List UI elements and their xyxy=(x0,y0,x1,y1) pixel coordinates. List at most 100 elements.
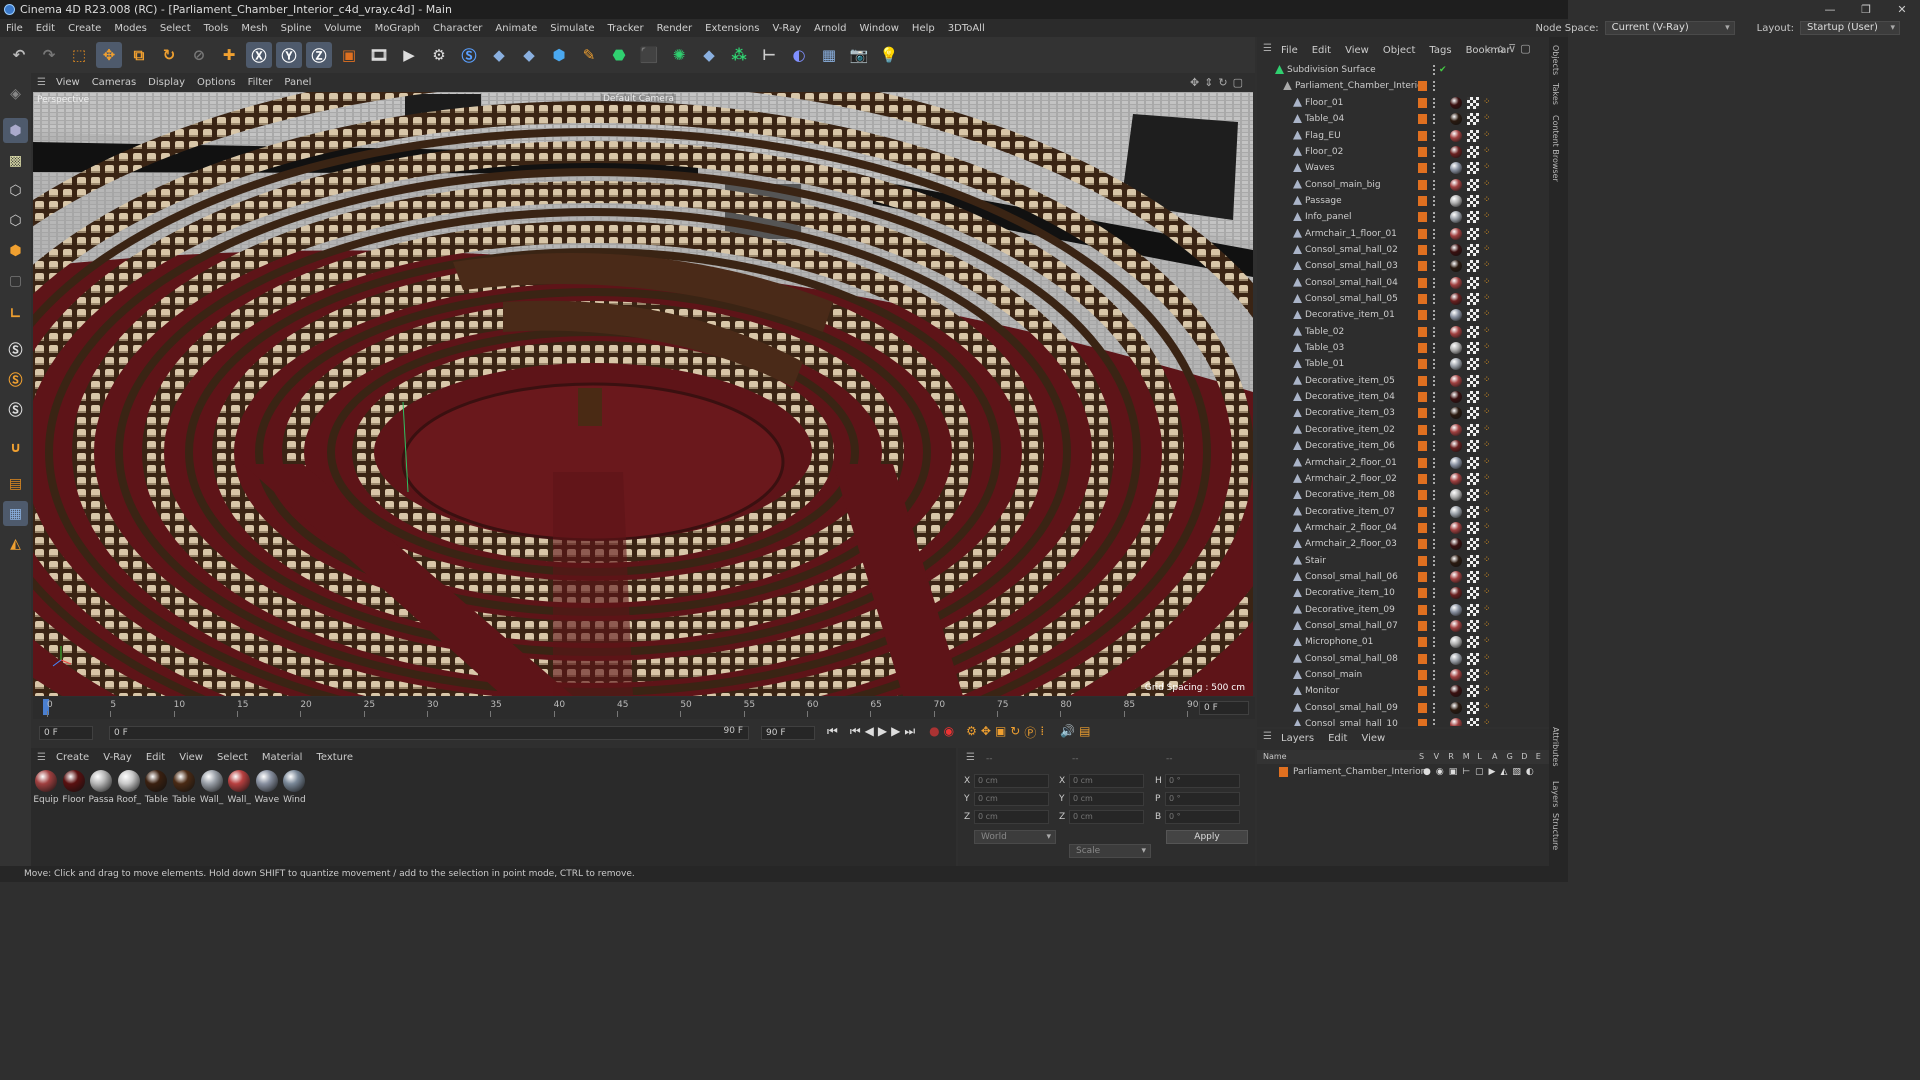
checker-texture-tag-icon[interactable] xyxy=(1467,652,1479,665)
uvw-tag-icon[interactable]: ⁘ xyxy=(1483,359,1492,368)
material-tag-icon[interactable] xyxy=(1450,129,1462,142)
polygons-mode-icon[interactable]: ⬢ xyxy=(3,238,28,263)
object-row[interactable]: Decorative_item_04 ⁘ xyxy=(1257,389,1549,405)
visibility-toggle[interactable] xyxy=(1433,637,1436,648)
uvw-tag-icon[interactable]: ⁘ xyxy=(1483,588,1492,597)
timeline-ruler[interactable]: 0 5 10 15 20 25 30 35 40 45 50 55 60 65 70 75 80 85 90 0 F xyxy=(33,697,1255,719)
object-menu-edit[interactable]: Edit xyxy=(1312,45,1331,56)
object-menu-file[interactable]: File xyxy=(1281,45,1298,56)
material-swatch[interactable]: Table xyxy=(171,770,197,805)
material-tag-icon[interactable] xyxy=(1450,669,1462,682)
uvw-tag-icon[interactable]: ⁘ xyxy=(1483,506,1492,516)
material-menu-edit[interactable]: Edit xyxy=(146,752,165,763)
visibility-toggle[interactable] xyxy=(1433,588,1436,599)
checker-texture-tag-icon[interactable] xyxy=(1467,374,1479,387)
uv-mode-icon[interactable]: ▢ xyxy=(3,268,28,293)
uvw-tag-icon[interactable]: ⁘ xyxy=(1483,195,1492,205)
menu-arnold[interactable]: Arnold xyxy=(814,23,846,34)
vray-logo-icon[interactable]: Ⓢ xyxy=(456,42,482,68)
checker-texture-tag-icon[interactable] xyxy=(1467,194,1479,207)
object-row[interactable]: Armchair_2_floor_02 ⁘ xyxy=(1257,471,1549,487)
checker-texture-tag-icon[interactable] xyxy=(1467,391,1479,404)
hamburger-icon[interactable]: ☰ xyxy=(37,752,46,763)
object-row[interactable]: Floor_01 ⁘ xyxy=(1257,95,1549,111)
key-position-icon[interactable]: ✥ xyxy=(981,724,991,741)
magnet-icon[interactable]: ∪ xyxy=(3,435,28,460)
material-tag-icon[interactable] xyxy=(1450,472,1462,485)
key-parameter-icon[interactable]: Ⓟ xyxy=(1024,724,1036,741)
material-tag-icon[interactable] xyxy=(1450,603,1462,616)
uvw-tag-icon[interactable]: ⁘ xyxy=(1483,424,1492,434)
current-frame-slider[interactable]: 0 F xyxy=(109,726,749,740)
menu-tracker[interactable]: Tracker xyxy=(607,23,643,34)
menu-extensions[interactable]: Extensions xyxy=(705,23,759,34)
visibility-toggle[interactable] xyxy=(1433,359,1436,370)
checker-texture-tag-icon[interactable] xyxy=(1467,423,1479,436)
cloner-icon[interactable]: ✺ xyxy=(666,42,692,68)
uvw-tag-icon[interactable]: ⁘ xyxy=(1483,277,1492,287)
mograph-cloner-icon[interactable]: ⁂ xyxy=(726,42,752,68)
visibility-toggle[interactable] xyxy=(1433,81,1436,92)
maximize-button[interactable]: ❐ xyxy=(1848,0,1884,19)
checker-texture-tag-icon[interactable] xyxy=(1467,276,1479,289)
material-tag-icon[interactable] xyxy=(1450,701,1462,714)
side-tab-layers[interactable]: Layers xyxy=(1551,781,1560,807)
camera-object-icon[interactable]: 📷 xyxy=(846,42,872,68)
node-space-dropdown[interactable]: Current (V-Ray) xyxy=(1604,21,1735,35)
viewport-nav-icons[interactable]: ✥⇕↻▢ xyxy=(1190,76,1248,89)
object-row[interactable]: Decorative_item_01 ⁘ xyxy=(1257,307,1549,323)
object-row[interactable]: Consol_smal_hall_09 ⁘ xyxy=(1257,700,1549,716)
material-tag-icon[interactable] xyxy=(1450,620,1462,632)
menu-spline[interactable]: Spline xyxy=(281,23,312,34)
uvw-tag-icon[interactable]: ⁘ xyxy=(1483,571,1492,581)
checker-texture-tag-icon[interactable] xyxy=(1467,96,1479,109)
material-tag-icon[interactable] xyxy=(1450,391,1462,404)
key-scale-icon[interactable]: ▣ xyxy=(995,724,1006,741)
material-swatch[interactable]: Roof_ xyxy=(116,770,142,805)
object-row[interactable]: Table_04 ⁘ xyxy=(1257,111,1549,127)
menu-help[interactable]: Help xyxy=(912,23,935,34)
visibility-toggle[interactable] xyxy=(1433,571,1436,582)
visibility-toggle[interactable] xyxy=(1433,146,1436,157)
material-tag-icon[interactable] xyxy=(1450,96,1462,109)
uvw-tag-icon[interactable]: ⁘ xyxy=(1483,326,1492,336)
python-script-2-icon[interactable]: ◆ xyxy=(516,42,542,68)
material-tag-icon[interactable] xyxy=(1450,407,1462,420)
size-y-field[interactable]: 0 cm xyxy=(1069,792,1144,806)
material-tag-icon[interactable] xyxy=(1450,227,1462,240)
uvw-tag-icon[interactable]: ⁘ xyxy=(1483,702,1492,712)
side-tab-structure[interactable]: Structure xyxy=(1551,813,1560,850)
render-settings-icon[interactable]: ⚙ xyxy=(426,42,452,68)
uvw-tag-icon[interactable]: ⁘ xyxy=(1483,375,1492,385)
move-tool-icon[interactable]: ✥ xyxy=(96,42,122,68)
z-axis-icon[interactable]: Ⓩ xyxy=(306,42,332,68)
side-tab-takes[interactable]: Takes xyxy=(1551,83,1560,105)
object-row[interactable]: Waves ⁘ xyxy=(1257,160,1549,176)
previous-frame-icon[interactable]: ◀ xyxy=(865,724,874,741)
subdivision-surface-icon[interactable]: ⬣ xyxy=(606,42,632,68)
menu-edit[interactable]: Edit xyxy=(36,23,55,34)
object-row[interactable]: Decorative_item_07 ⁘ xyxy=(1257,504,1549,520)
search-home-filter-icons[interactable]: ⌕⌂⊽▢ xyxy=(1487,42,1535,56)
size-mode-dropdown[interactable]: Scale xyxy=(1069,844,1151,858)
layer-flag-toggles[interactable]: ●◉▣⊢▢▶◭▧◐ xyxy=(1423,765,1539,779)
camera-label[interactable]: Default Camera xyxy=(601,94,677,104)
object-row-root[interactable]: Subdivision Surface ✔ xyxy=(1257,62,1549,78)
object-menu-tags[interactable]: Tags xyxy=(1429,45,1451,56)
material-swatch[interactable]: Equip xyxy=(33,770,59,805)
material-swatch[interactable]: Wave xyxy=(254,770,280,805)
minimize-button[interactable]: — xyxy=(1812,0,1848,19)
go-to-start-icon[interactable]: ⏮ xyxy=(827,724,838,741)
checker-texture-tag-icon[interactable] xyxy=(1467,113,1479,126)
menu-mesh[interactable]: Mesh xyxy=(241,23,267,34)
viewport-menu-view[interactable]: View xyxy=(56,77,80,88)
timeline-end-field[interactable]: 0 F xyxy=(1199,701,1249,715)
apply-button[interactable]: Apply xyxy=(1166,830,1248,844)
object-row[interactable]: Info_panel ⁘ xyxy=(1257,209,1549,225)
material-tag-icon[interactable] xyxy=(1450,243,1462,256)
side-tab-attributes[interactable]: Attributes xyxy=(1551,727,1560,767)
cube-primitive-icon[interactable]: ⬢ xyxy=(546,42,572,68)
uvw-tag-icon[interactable]: ⁘ xyxy=(1483,539,1492,548)
hamburger-icon[interactable]: ☰ xyxy=(1263,43,1272,54)
checker-texture-tag-icon[interactable] xyxy=(1467,521,1479,534)
